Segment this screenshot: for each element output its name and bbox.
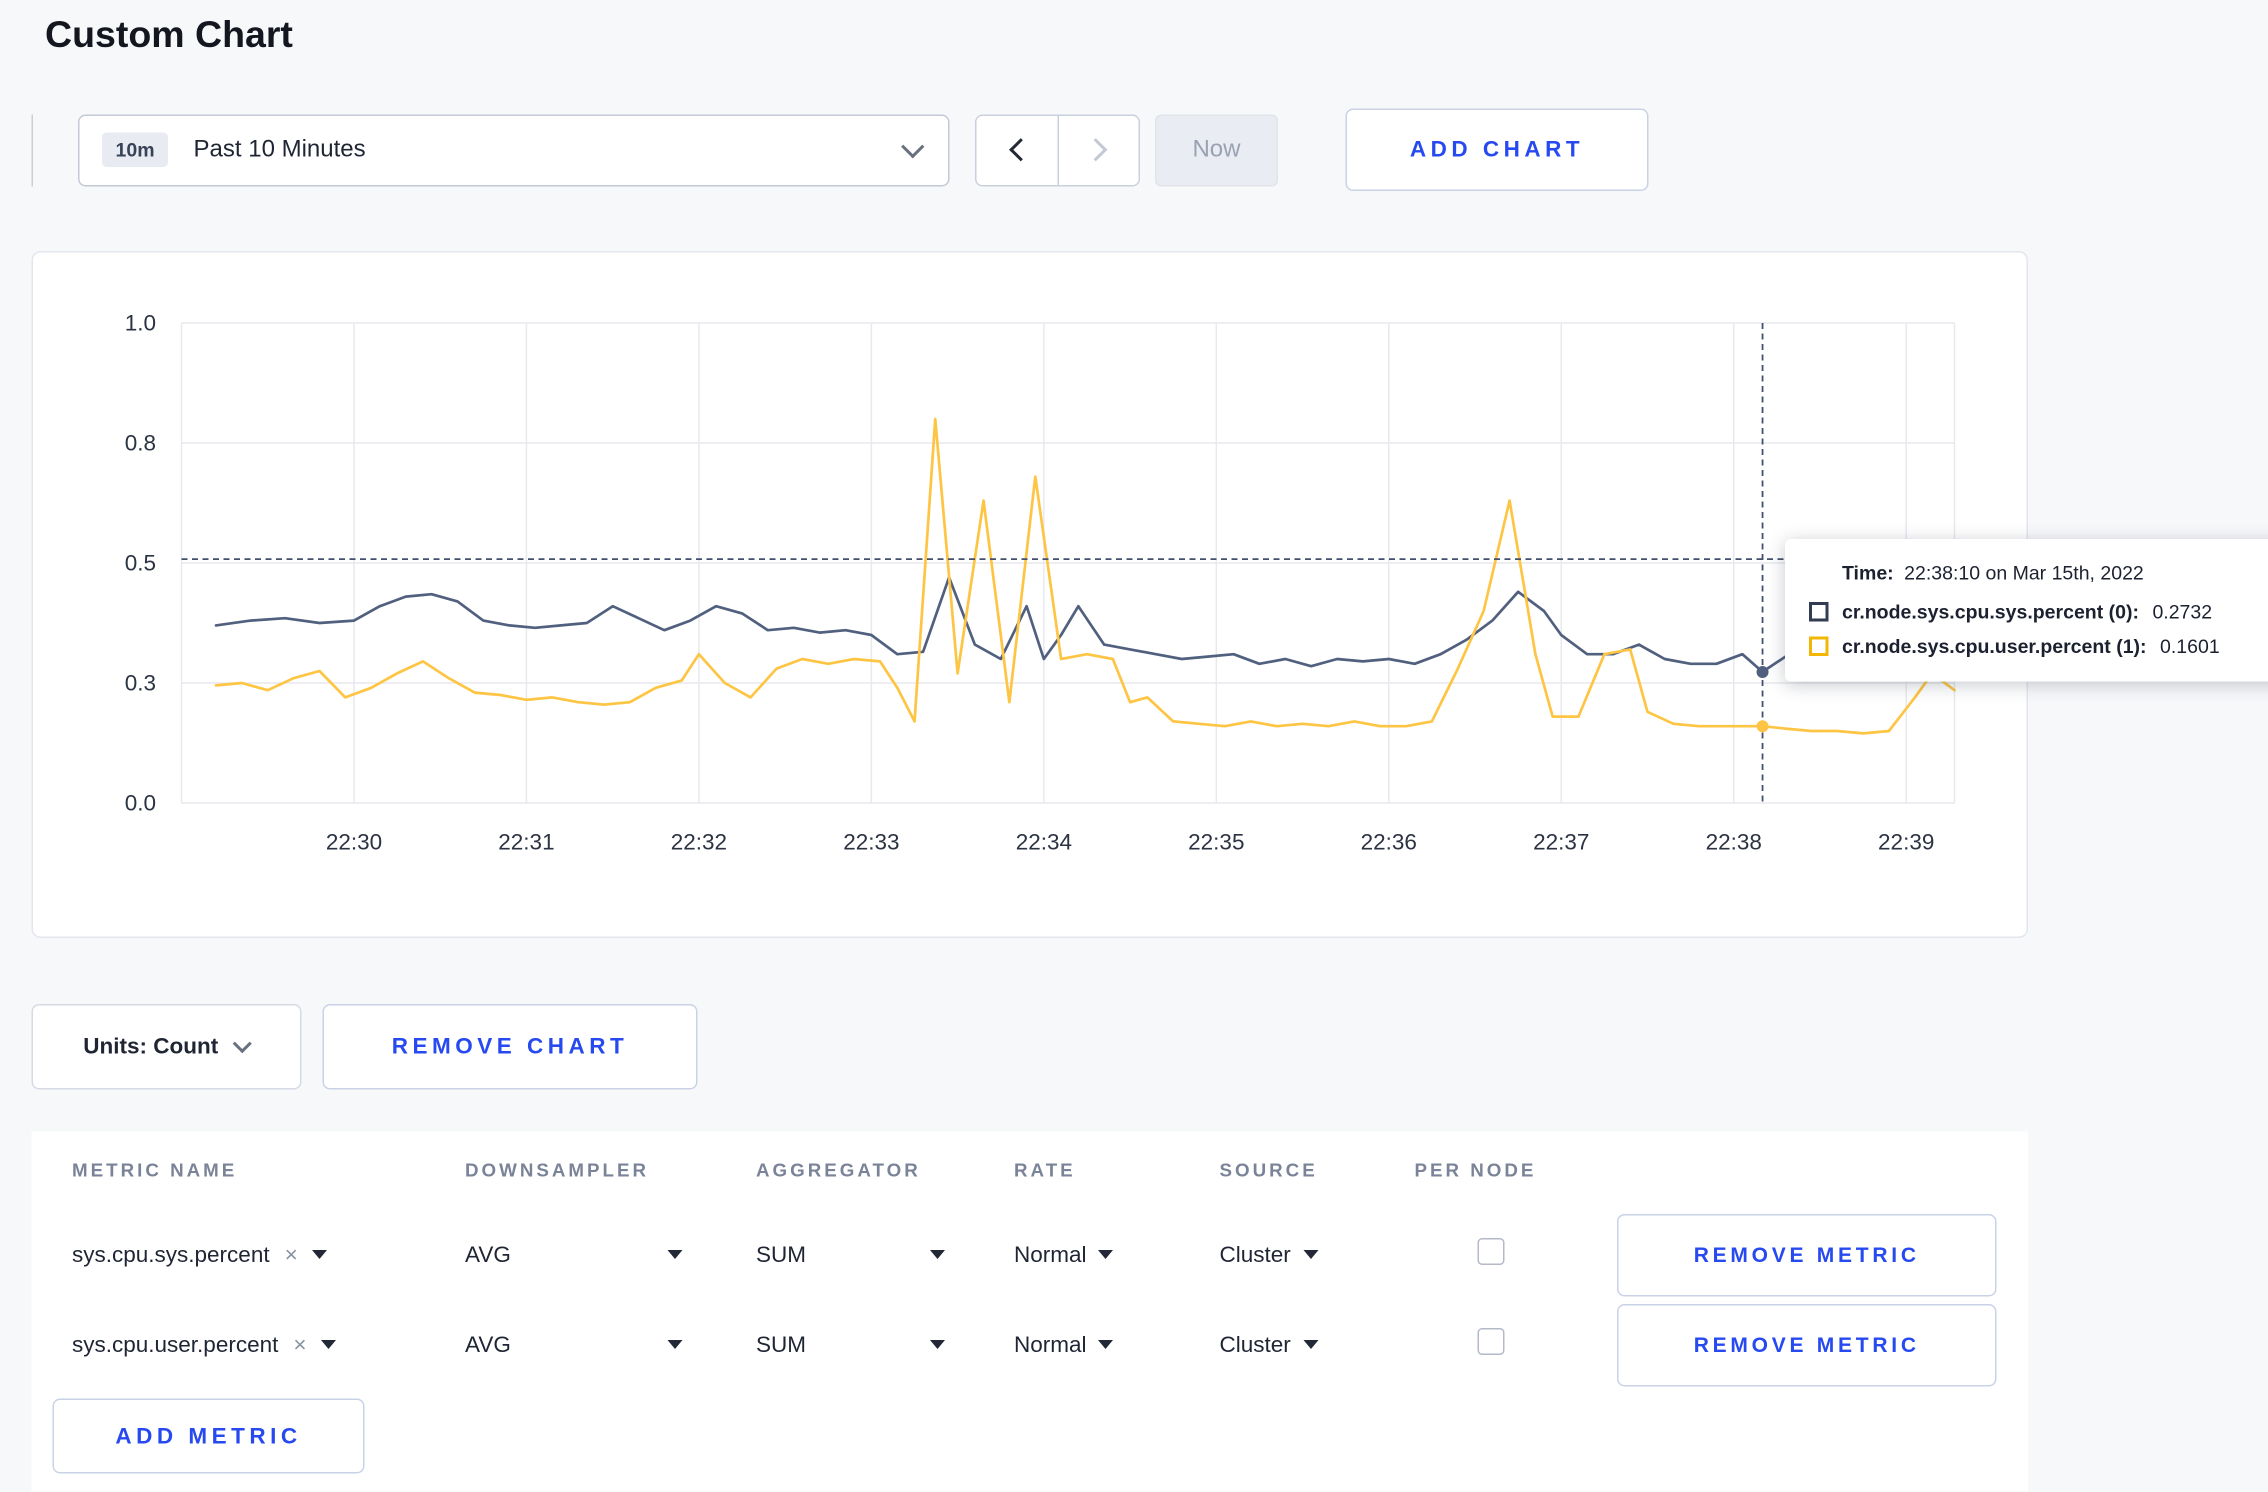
svg-text:22:37: 22:37 [1533,830,1589,855]
caret-down-icon [668,1340,683,1349]
page-title: Custom Chart [45,14,2268,58]
svg-text:0.8: 0.8 [125,431,156,456]
rate-select[interactable]: Normal [1014,1242,1114,1268]
chart-actions: Units: Count REMOVE CHART [32,1004,2268,1090]
metric-select[interactable]: sys.cpu.sys.percent × [72,1242,465,1268]
aggregator-value: SUM [756,1332,806,1358]
toolbar-divider [32,114,34,186]
series-swatch-icon [1809,637,1829,657]
next-time-button[interactable] [1058,115,1139,184]
series-swatch-icon [1809,602,1829,622]
rate-value: Normal [1014,1332,1087,1358]
downsampler-value: AVG [465,1332,511,1358]
rate-value: Normal [1014,1242,1087,1268]
custom-chart-page: Custom Chart 10m Past 10 Minutes Now ADD… [0,14,2268,1492]
time-range-label: Past 10 Minutes [194,136,905,163]
remove-metric-button[interactable]: REMOVE METRIC [1617,1303,1997,1386]
svg-text:0.5: 0.5 [125,551,156,576]
caret-down-icon [322,1340,337,1349]
remove-chart-button[interactable]: REMOVE CHART [323,1004,698,1090]
chevron-left-icon [1008,138,1031,161]
per-node-checkbox[interactable] [1478,1328,1505,1355]
units-select[interactable]: Units: Count [32,1004,302,1090]
tooltip-series-name: cr.node.sys.cpu.user.percent (1): [1842,635,2147,658]
units-label: Units: Count [83,1034,218,1060]
header-rate: RATE [1014,1160,1220,1181]
caret-down-icon [1303,1250,1318,1259]
svg-text:22:35: 22:35 [1188,830,1244,855]
metric-select[interactable]: sys.cpu.user.percent × [72,1332,465,1358]
source-value: Cluster [1220,1242,1291,1268]
caret-down-icon [1303,1340,1318,1349]
svg-text:22:32: 22:32 [671,830,727,855]
metric-name: sys.cpu.user.percent [72,1332,278,1358]
svg-text:22:38: 22:38 [1706,830,1762,855]
tooltip-time-value: 22:38:10 on Mar 15th, 2022 [1904,562,2144,585]
header-per-node: PER NODE [1415,1160,1618,1181]
tooltip-time-label: Time: [1842,562,1894,585]
tooltip-time-row: Time: 22:38:10 on Mar 15th, 2022 [1809,562,2268,585]
time-range-pager [975,114,1140,186]
caret-down-icon [1099,1250,1114,1259]
source-select[interactable]: Cluster [1220,1242,1318,1268]
chart-card: 0.0 0.3 0.5 0.8 1.0 22:30 22:31 22:32 22:33 22:34… [32,251,2029,938]
source-value: Cluster [1220,1332,1291,1358]
metric-row: sys.cpu.user.percent × AVG SUM Normal Cl… [32,1300,2029,1390]
svg-text:1.0: 1.0 [125,311,156,336]
metrics-line-chart[interactable]: 0.0 0.3 0.5 0.8 1.0 22:30 22:31 22:32 22:33 22:34… [33,253,2030,940]
caret-down-icon [930,1340,945,1349]
add-metric-button[interactable]: ADD METRIC [53,1399,365,1474]
per-node-checkbox[interactable] [1478,1238,1505,1265]
svg-text:0.0: 0.0 [125,791,156,816]
chevron-down-icon [233,1034,252,1053]
svg-text:22:36: 22:36 [1361,830,1417,855]
header-source: SOURCE [1220,1160,1415,1181]
toolbar: 10m Past 10 Minutes Now ADD CHART [32,109,2268,192]
aggregator-value: SUM [756,1242,806,1268]
header-metric-name: METRIC NAME [72,1160,465,1181]
downsampler-select[interactable]: AVG [465,1332,683,1358]
close-icon[interactable]: × [285,1242,298,1268]
header-aggregator: AGGREGATOR [756,1160,1014,1181]
downsampler-select[interactable]: AVG [465,1242,683,1268]
downsampler-value: AVG [465,1242,511,1268]
tooltip-series-value: 0.2732 [2152,601,2212,624]
prev-time-button[interactable] [977,115,1058,184]
now-button[interactable]: Now [1155,114,1278,186]
caret-down-icon [930,1250,945,1259]
chevron-down-icon [901,135,924,158]
source-select[interactable]: Cluster [1220,1332,1318,1358]
caret-down-icon [1099,1340,1114,1349]
metric-row: sys.cpu.sys.percent × AVG SUM Normal Clu… [32,1210,2029,1300]
tooltip-series-name: cr.node.sys.cpu.sys.percent (0): [1842,601,2139,624]
table-header-row: METRIC NAME DOWNSAMPLER AGGREGATOR RATE … [32,1132,2029,1210]
tooltip-series-value: 0.1601 [2160,635,2220,658]
close-icon[interactable]: × [293,1332,306,1358]
svg-text:22:30: 22:30 [326,830,382,855]
metrics-table: METRIC NAME DOWNSAMPLER AGGREGATOR RATE … [32,1132,2029,1492]
metric-name: sys.cpu.sys.percent [72,1242,270,1268]
tooltip-series-row: cr.node.sys.cpu.sys.percent (0): 0.2732 [1809,601,2268,624]
time-range-badge: 10m [102,133,168,168]
remove-metric-button[interactable]: REMOVE METRIC [1617,1213,1997,1296]
caret-down-icon [668,1250,683,1259]
aggregator-select[interactable]: SUM [756,1332,945,1358]
chevron-right-icon [1084,138,1107,161]
add-chart-button[interactable]: ADD CHART [1346,109,1649,192]
rate-select[interactable]: Normal [1014,1332,1114,1358]
svg-text:22:34: 22:34 [1016,830,1072,855]
svg-text:22:39: 22:39 [1878,830,1934,855]
chart-tooltip: Time: 22:38:10 on Mar 15th, 2022 cr.node.… [1785,539,2268,682]
svg-text:22:33: 22:33 [843,830,899,855]
aggregator-select[interactable]: SUM [756,1242,945,1268]
tooltip-series-row: cr.node.sys.cpu.user.percent (1): 0.1601 [1809,635,2268,658]
svg-text:22:31: 22:31 [498,830,554,855]
svg-text:0.3: 0.3 [125,671,156,696]
time-range-selector[interactable]: 10m Past 10 Minutes [78,114,950,186]
header-downsampler: DOWNSAMPLER [465,1160,756,1181]
caret-down-icon [313,1250,328,1259]
